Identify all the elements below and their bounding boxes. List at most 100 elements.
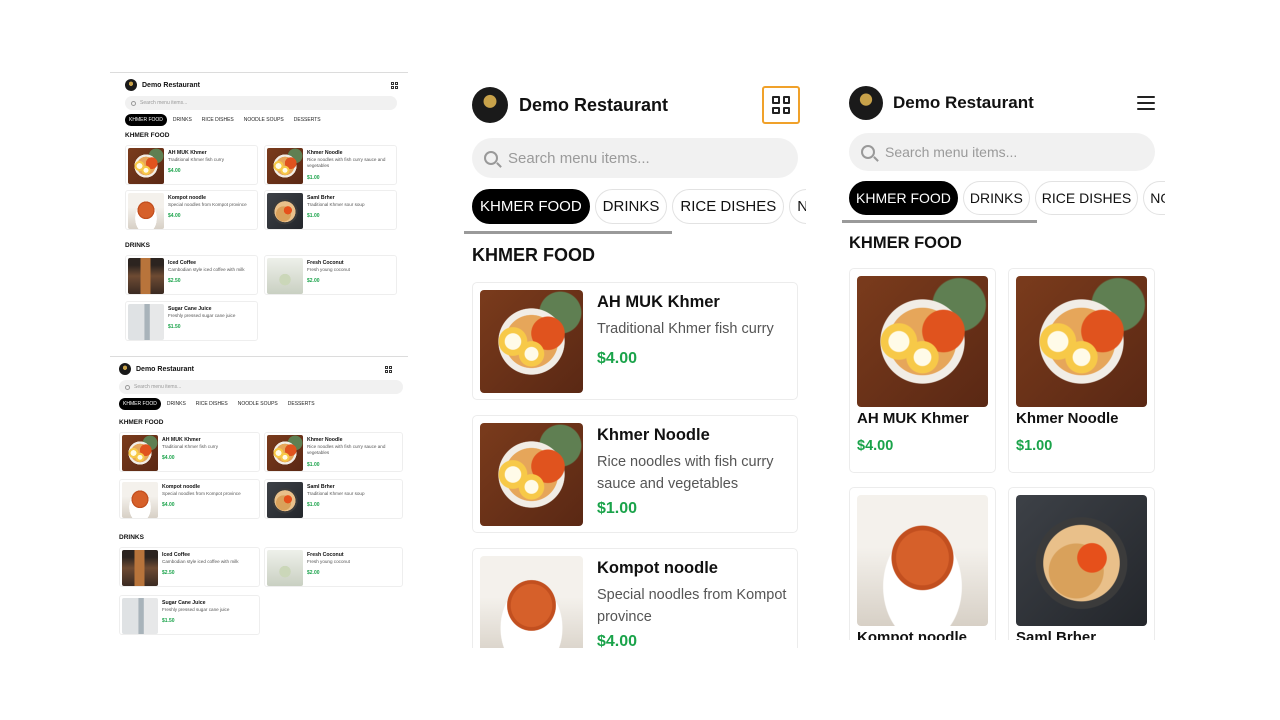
item-name: AH MUK Khmer: [597, 293, 720, 311]
tab-noodle-soups[interactable]: NOODLE SOUPS: [1143, 181, 1165, 215]
menu-item-card[interactable]: AH MUK Khmer Traditional Khmer fish curr…: [472, 282, 798, 400]
item-name: Sugar Cane Juice: [162, 600, 206, 606]
tab-desserts[interactable]: DESSERTS: [284, 398, 319, 410]
item-price: $4.00: [162, 455, 175, 461]
menu-item-card[interactable]: Kompot noodle Special noodles from Kompo…: [119, 479, 260, 519]
restaurant-logo[interactable]: [119, 363, 131, 375]
menu-item-card[interactable]: Kompot noodle Special noodles from Kompo…: [125, 190, 258, 230]
menu-item-card[interactable]: Kompot noodle Special noodles from Kompo…: [472, 548, 798, 648]
search-input[interactable]: Search menu items...: [849, 133, 1155, 171]
restaurant-name: Demo Restaurant: [136, 365, 194, 373]
tab-rice-dishes[interactable]: RICE DISHES: [192, 398, 232, 410]
category-tabs: KHMER FOOD DRINKS RICE DISHES NOODLE SOU…: [125, 114, 325, 126]
item-name: Saml Brher: [307, 484, 335, 490]
item-name: Iced Coffee: [162, 552, 190, 558]
search-placeholder: Search menu items...: [140, 100, 188, 106]
restaurant-logo[interactable]: [125, 79, 137, 91]
menu-item-card[interactable]: AH MUK Khmer Traditional Khmer fish curr…: [125, 145, 258, 185]
restaurant-logo[interactable]: [472, 87, 508, 123]
menu-item-card[interactable]: Saml Brher Traditional Khmer sour soup $…: [264, 190, 397, 230]
item-description: Traditional Khmer fish curry: [597, 321, 774, 337]
section-title-khmer-food: KHMER FOOD: [125, 132, 170, 139]
menu-item-card[interactable]: Fresh Coconut Fresh young coconut $2.00: [264, 255, 397, 295]
item-price: $1.00: [307, 213, 320, 219]
grid-view-icon[interactable]: [391, 81, 398, 89]
tab-rice-dishes[interactable]: RICE DISHES: [1034, 181, 1139, 215]
tab-khmer-food[interactable]: KHMER FOOD: [472, 189, 590, 224]
menu-item-card[interactable]: Sugar Cane Juice Freshly pressed sugar c…: [125, 301, 258, 341]
search-placeholder: Search menu items...: [134, 384, 182, 390]
tab-khmer-food[interactable]: KHMER FOOD: [849, 181, 958, 215]
menu-item-card[interactable]: AH MUK Khmer Traditional Khmer fish curr…: [119, 432, 260, 472]
header: Demo Restaurant: [849, 86, 1157, 120]
tabs-scrollbar[interactable]: [842, 220, 1037, 223]
header: Demo Restaurant: [472, 86, 800, 124]
drink-image: [267, 550, 303, 586]
category-tabs: KHMER FOOD DRINKS RICE DISHES NOODLE SOU…: [849, 181, 1165, 215]
restaurant-name: Demo Restaurant: [519, 94, 669, 115]
drink-image: [128, 304, 164, 340]
menu-item-card[interactable]: Sugar Cane Juice Freshly pressed sugar c…: [119, 595, 260, 635]
search-input[interactable]: Search menu items...: [125, 96, 397, 110]
section-title-drinks: DRINKS: [119, 534, 144, 541]
tabs-scrollbar[interactable]: [464, 231, 672, 234]
item-description: Rice noodles with fish curry sauce and v…: [307, 157, 386, 169]
menu-item-card[interactable]: Khmer Noodle Rice noodles with fish curr…: [472, 415, 798, 533]
tab-rice-dishes[interactable]: RICE DISHES: [672, 189, 785, 224]
tab-rice-dishes[interactable]: RICE DISHES: [198, 114, 238, 126]
menu-item-card[interactable]: Iced Coffee Cambodian style iced coffee …: [125, 255, 258, 295]
tab-desserts[interactable]: DESSERTS: [290, 114, 325, 126]
menu-item-card[interactable]: Khmer Noodle Rice noodles with fish curr…: [264, 432, 403, 472]
tab-drinks[interactable]: DRINKS: [169, 114, 196, 126]
tab-noodle-soups[interactable]: NOODLE SOUPS: [240, 114, 288, 126]
item-price: $1.00: [597, 500, 638, 517]
food-image: [480, 556, 583, 648]
restaurant-logo[interactable]: [849, 86, 883, 120]
grid-view-icon[interactable]: [385, 365, 392, 373]
hamburger-menu-icon[interactable]: [1137, 96, 1155, 110]
menu-item-card[interactable]: Khmer Noodle Rice noodles with fish curr…: [264, 145, 397, 185]
menu-item-card[interactable]: Kompot noodle: [849, 487, 996, 640]
view-toggle-button[interactable]: [762, 86, 800, 124]
header: Demo Restaurant: [119, 363, 395, 375]
menu-item-card[interactable]: Iced Coffee Cambodian style iced coffee …: [119, 547, 260, 587]
search-placeholder: Search menu items...: [508, 149, 650, 167]
item-price: $1.00: [307, 502, 320, 508]
food-image: [128, 193, 164, 229]
item-price: $4.00: [597, 633, 638, 648]
food-image: [1016, 276, 1147, 407]
item-price: $1.50: [162, 618, 175, 624]
search-input[interactable]: Search menu items...: [119, 380, 403, 394]
tab-noodle-soups[interactable]: NOODLE SOUPS: [234, 398, 282, 410]
menu-item-card[interactable]: Saml Brher Traditional Khmer sour soup $…: [264, 479, 403, 519]
section-title-khmer-food: KHMER FOOD: [849, 234, 962, 252]
tab-drinks[interactable]: DRINKS: [962, 181, 1030, 215]
food-image: [1016, 495, 1147, 626]
menu-item-card[interactable]: AH MUK Khmer $4.00: [849, 268, 996, 473]
tab-noodle-soups[interactable]: NOODLE SOUPS: [789, 189, 806, 224]
food-image: [480, 423, 583, 526]
tab-khmer-food[interactable]: KHMER FOOD: [119, 398, 161, 410]
search-input[interactable]: Search menu items...: [472, 138, 798, 178]
drink-image: [128, 258, 164, 294]
item-name: Kompot noodle: [597, 559, 718, 577]
search-icon: [861, 145, 875, 159]
category-tabs: KHMER FOOD DRINKS RICE DISHES NOODLE SOU…: [119, 398, 319, 410]
tab-khmer-food[interactable]: KHMER FOOD: [125, 114, 167, 126]
tab-drinks[interactable]: DRINKS: [163, 398, 190, 410]
item-description: Traditional Khmer sour soup: [307, 202, 365, 207]
menu-item-card[interactable]: Khmer Noodle $1.00: [1008, 268, 1155, 473]
item-description: Traditional Khmer sour soup: [307, 491, 365, 496]
item-name: AH MUK Khmer: [162, 437, 201, 443]
food-image: [480, 290, 583, 393]
menu-item-card[interactable]: Fresh Coconut Fresh young coconut $2.00: [264, 547, 403, 587]
item-description: Special noodles from Kompot province: [162, 491, 241, 496]
menu-item-card[interactable]: Saml Brher: [1008, 487, 1155, 640]
item-name: Sugar Cane Juice: [168, 306, 212, 312]
item-description: Rice noodles with fish curry sauce and v…: [307, 444, 386, 456]
item-name: Kompot noodle: [857, 629, 967, 640]
tab-drinks[interactable]: DRINKS: [594, 189, 668, 224]
food-image: [267, 148, 303, 184]
desktop-preview-frame-2: Demo Restaurant Search menu items... KHM…: [110, 356, 408, 650]
category-tabs: KHMER FOOD DRINKS RICE DISHES NOODLE SOU…: [472, 189, 806, 224]
